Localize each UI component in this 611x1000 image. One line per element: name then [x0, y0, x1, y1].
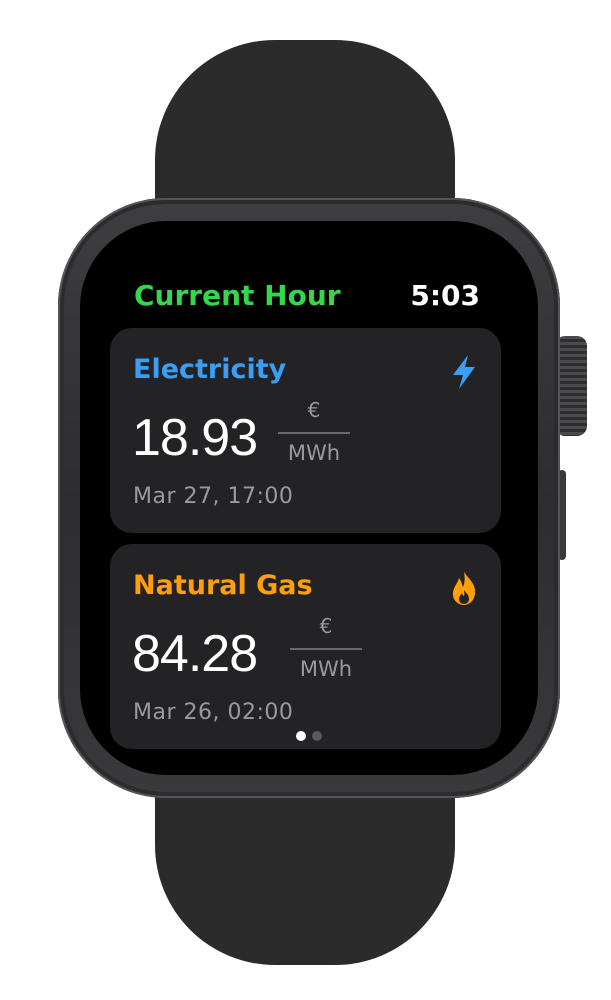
unit-energy: MWh [299, 657, 353, 681]
price-date: Mar 26, 02:00 [133, 700, 294, 725]
watch-mockup: Current Hour 5:03 Electricity 18.93 € MW… [0, 0, 611, 1000]
clock-time: 5:03 [410, 279, 480, 312]
unit-currency: € [319, 614, 333, 638]
price-value: 18.93 [132, 409, 258, 467]
page-dot-active[interactable] [296, 731, 306, 741]
electricity-card[interactable]: Electricity 18.93 € MWh Mar 27, 17:00 [110, 328, 501, 533]
price-value: 84.28 [132, 625, 258, 683]
unit-energy: MWh [287, 441, 341, 465]
price-date: Mar 27, 17:00 [133, 484, 294, 509]
card-title: Natural Gas [133, 570, 313, 601]
bolt-icon [453, 355, 475, 389]
watch-screen: Current Hour 5:03 Electricity 18.93 € MW… [80, 221, 538, 775]
flame-icon [452, 571, 476, 605]
unit-fraction-line [290, 648, 362, 650]
unit-currency: € [307, 398, 321, 422]
unit-fraction-line [278, 432, 350, 434]
natural-gas-card[interactable]: Natural Gas 84.28 € MWh Mar 26, 02:00 [110, 544, 501, 749]
page-dot-inactive[interactable] [312, 731, 322, 741]
card-title: Electricity [133, 354, 287, 385]
page-indicator [80, 726, 538, 745]
page-title: Current Hour [134, 279, 341, 312]
price-unit: € MWh [290, 612, 362, 682]
price-unit: € MWh [278, 396, 350, 466]
